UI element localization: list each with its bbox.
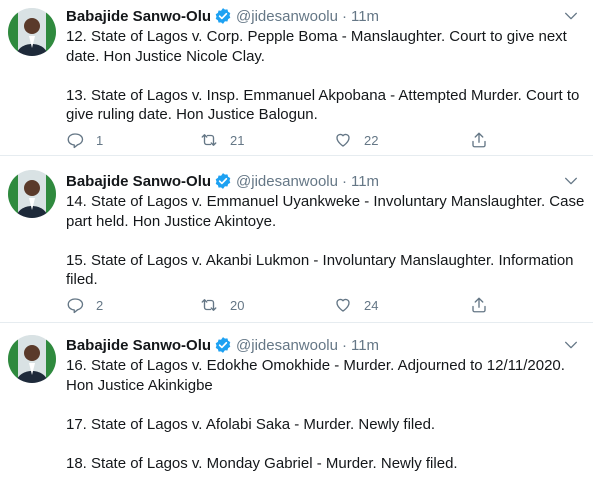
avatar[interactable] xyxy=(8,335,56,383)
tweet-actions: 2 20 24 xyxy=(66,296,496,316)
timestamp[interactable]: 11m xyxy=(351,8,379,25)
reply-icon xyxy=(67,298,84,314)
share-button[interactable] xyxy=(470,131,488,149)
retweet-count: 20 xyxy=(230,297,245,313)
tweet-header: Babajide Sanwo-Olu @jidesanwoolu · 11m xyxy=(66,171,379,191)
tweet[interactable]: Babajide Sanwo-Olu @jidesanwoolu · 11m 1… xyxy=(0,323,593,479)
tweet[interactable]: Babajide Sanwo-Olu @jidesanwoolu · 11m 1… xyxy=(0,156,593,323)
tweet-paragraph: 14. State of Lagos v. Emmanuel Uyankweke… xyxy=(66,193,585,230)
separator-dot: · xyxy=(341,172,347,190)
reply-button[interactable]: 2 xyxy=(66,296,103,314)
verified-badge-icon xyxy=(215,337,231,353)
like-button[interactable]: 22 xyxy=(334,131,378,149)
avatar-image xyxy=(8,8,56,56)
tweet-text: 16. State of Lagos v. Edokhe Omokhide - … xyxy=(66,356,586,473)
avatar-image xyxy=(8,170,56,218)
tweet[interactable]: Babajide Sanwo-Olu @jidesanwoolu · 11m 1… xyxy=(0,0,593,156)
separator-dot: · xyxy=(341,336,347,354)
tweet-header: Babajide Sanwo-Olu @jidesanwoolu · 11m xyxy=(66,6,379,26)
tweet-text: 14. State of Lagos v. Emmanuel Uyankweke… xyxy=(66,192,586,290)
separator-dot: · xyxy=(341,7,347,25)
tweet-paragraph: 16. State of Lagos v. Edokhe Omokhide - … xyxy=(66,357,565,394)
tweet-paragraph: 12. State of Lagos v. Corp. Pepple Boma … xyxy=(66,28,567,65)
author-name[interactable]: Babajide Sanwo-Olu xyxy=(66,173,211,190)
tweet-paragraph: 15. State of Lagos v. Akanbi Lukmon - In… xyxy=(66,251,574,289)
retweet-button[interactable]: 20 xyxy=(200,296,244,314)
tweet-header: Babajide Sanwo-Olu @jidesanwoolu · 11m xyxy=(66,335,379,355)
author-handle[interactable]: @jidesanwoolu xyxy=(236,337,338,354)
avatar[interactable] xyxy=(8,170,56,218)
share-icon xyxy=(472,297,486,313)
tweet-paragraph: 17. State of Lagos v. Afolabi Saka - Mur… xyxy=(66,415,436,433)
author-handle[interactable]: @jidesanwoolu xyxy=(236,173,338,190)
like-button[interactable]: 24 xyxy=(334,296,378,314)
avatar-image xyxy=(8,335,56,383)
tweet-text: 12. State of Lagos v. Corp. Pepple Boma … xyxy=(66,27,586,125)
tweet-feed: Babajide Sanwo-Olu @jidesanwoolu · 11m 1… xyxy=(0,0,593,479)
chevron-down-icon[interactable] xyxy=(563,173,579,189)
chevron-down-icon[interactable] xyxy=(563,337,579,353)
author-handle[interactable]: @jidesanwoolu xyxy=(236,8,338,25)
retweet-button[interactable]: 21 xyxy=(200,131,244,149)
chevron-down-icon[interactable] xyxy=(563,8,579,24)
retweet-count: 21 xyxy=(230,132,245,148)
reply-count: 1 xyxy=(96,132,104,148)
reply-button[interactable]: 1 xyxy=(66,131,103,149)
share-button[interactable] xyxy=(470,296,488,314)
retweet-icon xyxy=(201,134,217,146)
author-name[interactable]: Babajide Sanwo-Olu xyxy=(66,337,211,354)
verified-badge-icon xyxy=(215,8,231,24)
verified-badge-icon xyxy=(215,173,231,189)
tweet-paragraph: 13. State of Lagos v. Insp. Emmanuel Akp… xyxy=(66,86,580,124)
reply-count: 2 xyxy=(96,297,104,313)
heart-icon xyxy=(336,133,350,147)
tweet-paragraph: 18. State of Lagos v. Monday Gabriel - M… xyxy=(66,454,458,472)
avatar[interactable] xyxy=(8,8,56,56)
heart-icon xyxy=(336,298,350,312)
timestamp[interactable]: 11m xyxy=(351,337,379,354)
like-count: 24 xyxy=(364,297,379,313)
timestamp[interactable]: 11m xyxy=(351,173,379,190)
like-count: 22 xyxy=(364,132,379,148)
share-icon xyxy=(472,132,486,148)
retweet-icon xyxy=(201,299,217,311)
author-name[interactable]: Babajide Sanwo-Olu xyxy=(66,8,211,25)
reply-icon xyxy=(67,133,84,149)
tweet-actions: 1 21 22 xyxy=(66,131,496,151)
